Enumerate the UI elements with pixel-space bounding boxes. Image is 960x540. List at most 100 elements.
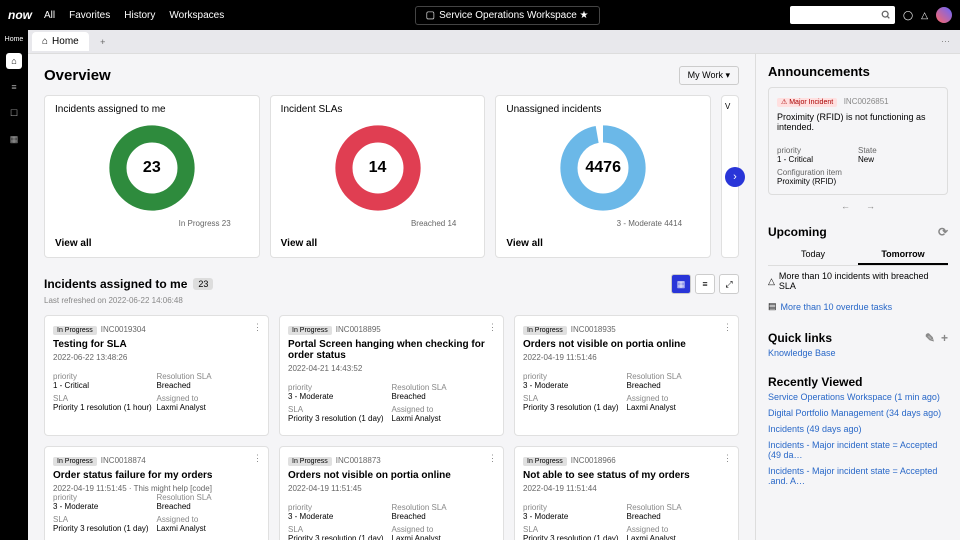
top-nav: All Favorites History Workspaces [44, 10, 224, 21]
view-all-link[interactable]: View all [281, 238, 318, 249]
alert-text: More than 10 incidents with breached SLA [779, 271, 948, 291]
add-icon[interactable]: + [941, 331, 948, 345]
card-title: Incident SLAs [281, 104, 475, 115]
status-badge: In Progress [288, 326, 332, 335]
incident-title: Order status failure for my orders [53, 470, 260, 481]
more-icon[interactable]: ⋮ [253, 322, 262, 333]
workspace-name: Service Operations Workspace ★ [439, 10, 588, 21]
user-avatar[interactable] [936, 7, 952, 23]
window-icon: ▢ [426, 10, 435, 21]
announcements-title: Announcements [768, 64, 948, 79]
tab-bar: ⌂ Home + ⋯ [28, 30, 960, 54]
carousel-next-button[interactable]: › [725, 167, 745, 187]
status-badge: In Progress [53, 457, 97, 466]
card-value: 23 [143, 159, 161, 177]
view-grid-button[interactable]: ▦ [671, 274, 691, 294]
alert-link[interactable]: More than 10 overdue tasks [781, 302, 893, 312]
workspace-selector[interactable]: ▢ Service Operations Workspace ★ [415, 6, 600, 25]
more-icon[interactable]: ⋮ [723, 322, 732, 333]
recent-link[interactable]: Incidents (49 days ago) [768, 421, 948, 437]
card-label: 3 - Moderate 4414 [506, 219, 682, 228]
recent-link[interactable]: Incidents - Major incident state = Accep… [768, 463, 948, 489]
recent-title: Recently Viewed [768, 375, 948, 389]
view-all-link[interactable]: View all [55, 238, 92, 249]
incident-number: INC0018874 [101, 456, 146, 465]
view-all-link[interactable]: View all [506, 238, 543, 249]
home-icon: ⌂ [42, 36, 48, 47]
card-label: In Progress 23 [55, 219, 231, 228]
overview-title: Overview [44, 67, 111, 84]
main-content: Overview My Work ▾ Incidents assigned to… [28, 54, 755, 540]
recent-link[interactable]: Digital Portfolio Management (34 days ag… [768, 405, 948, 421]
nav-all[interactable]: All [44, 10, 55, 21]
announcement-message: Proximity (RFID) is not functioning as i… [777, 112, 939, 132]
nav-favorites[interactable]: Favorites [69, 10, 110, 21]
recent-link[interactable]: Service Operations Workspace (1 min ago) [768, 389, 948, 405]
rail-list-icon[interactable]: ≡ [6, 79, 22, 95]
tab-label: Home [52, 36, 79, 47]
announcement-card[interactable]: ⚠ Major Incident INC0026851 Proximity (R… [768, 87, 948, 195]
incident-card[interactable]: In ProgressINC0018966 ⋮ Not able to see … [514, 446, 739, 540]
incident-number: INC0018873 [336, 456, 381, 465]
rail-home-icon[interactable]: ⌂ [6, 53, 22, 69]
incident-card[interactable]: In ProgressINC0018873 ⋮ Orders not visib… [279, 446, 504, 540]
logo: now [8, 8, 32, 22]
incident-card[interactable]: In ProgressINC0018935 ⋮ Orders not visib… [514, 315, 739, 436]
more-icon[interactable]: ⋮ [723, 453, 732, 464]
card-assigned[interactable]: Incidents assigned to me 23 In Progress … [44, 95, 260, 258]
more-icon[interactable]: ⋮ [488, 322, 497, 333]
incident-card[interactable]: In ProgressINC0019304 ⋮ Testing for SLA … [44, 315, 269, 436]
view-list-button[interactable]: ≡ [695, 274, 715, 294]
refresh-icon[interactable]: ⟳ [938, 225, 948, 239]
section-title: Incidents assigned to me [44, 277, 187, 291]
upcoming-title: Upcoming [768, 225, 827, 239]
tab-home[interactable]: ⌂ Home [32, 32, 89, 51]
ann-next-icon[interactable]: → [866, 201, 875, 211]
status-badge: In Progress [53, 326, 97, 335]
warn-icon: △ [768, 276, 775, 287]
incident-time: 2022-06-22 13:48:26 [53, 353, 260, 362]
incident-time: 2022-04-19 11:51:44 [523, 484, 730, 493]
nav-history[interactable]: History [124, 10, 155, 21]
more-icon[interactable]: ⋮ [488, 453, 497, 464]
incident-card[interactable]: In ProgressINC0018895 ⋮ Portal Screen ha… [279, 315, 504, 436]
card-label: Breached 14 [281, 219, 457, 228]
incident-card[interactable]: In Progress INC0018874 ⋮ Order status fai… [44, 446, 269, 540]
mywork-dropdown[interactable]: My Work ▾ [679, 66, 739, 85]
left-rail: Home ⌂ ≡ ☐ ▦ [0, 30, 28, 540]
global-search[interactable] [790, 6, 895, 24]
bell-icon[interactable]: △ [921, 10, 928, 21]
quicklinks-title: Quick links [768, 331, 832, 345]
incident-time: 2022-04-19 11:51:46 [523, 353, 730, 362]
help-icon[interactable]: ◯ [903, 10, 913, 21]
tab-tomorrow[interactable]: Tomorrow [858, 245, 948, 265]
side-panel: Announcements ⚠ Major Incident INC002685… [755, 54, 960, 540]
top-bar: now All Favorites History Workspaces ▢ S… [0, 0, 960, 30]
status-badge: In Progress [288, 457, 332, 466]
quicklink-kb[interactable]: Knowledge Base [768, 345, 948, 361]
incident-time: 2022-04-19 11:51:45 [288, 484, 495, 493]
recent-list: Service Operations Workspace (1 min ago)… [768, 389, 948, 489]
incident-time: 2022-04-21 14:43:52 [288, 364, 495, 373]
ann-prev-icon[interactable]: ← [841, 201, 850, 211]
tab-overflow-icon[interactable]: ⋯ [941, 36, 960, 47]
rail-inbox-icon[interactable]: ☐ [6, 105, 22, 121]
rail-grid-icon[interactable]: ▦ [6, 131, 22, 147]
card-slas[interactable]: Incident SLAs 14 Breached 14 View all [270, 95, 486, 258]
section-count: 23 [193, 278, 213, 290]
card-title: Incidents assigned to me [55, 104, 249, 115]
recent-link[interactable]: Incidents - Major incident state = Accep… [768, 437, 948, 463]
add-tab-button[interactable]: + [93, 32, 113, 52]
rail-home-label: Home [5, 36, 24, 43]
search-icon [881, 10, 891, 20]
view-expand-button[interactable]: ⤢ [719, 274, 739, 294]
summary-cards: Incidents assigned to me 23 In Progress … [44, 95, 739, 258]
card-value: 14 [369, 159, 387, 177]
edit-icon[interactable]: ✎ [925, 331, 935, 345]
more-icon[interactable]: ⋮ [253, 453, 262, 464]
card-unassigned[interactable]: Unassigned incidents 4476 3 - Moderate 4… [495, 95, 711, 258]
incident-title: Orders not visible on portia online [523, 339, 730, 350]
incident-time: 2022-04-19 11:51:45 · This might help [c… [53, 484, 260, 537]
nav-workspaces[interactable]: Workspaces [169, 10, 224, 21]
tab-today[interactable]: Today [768, 245, 858, 265]
